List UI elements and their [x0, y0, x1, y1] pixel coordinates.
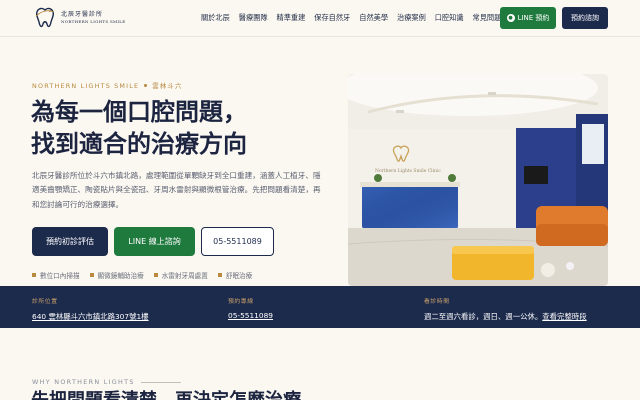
- bullet-square-icon: [32, 273, 36, 277]
- nav-natural-teeth[interactable]: 保存自然牙: [314, 13, 350, 23]
- eyebrow-dot: [144, 84, 148, 87]
- nav-team[interactable]: 醫療團隊: [239, 13, 268, 23]
- nav-cases[interactable]: 治療案例: [397, 13, 426, 23]
- line-consult-button[interactable]: LINE 線上諮詢: [114, 227, 195, 256]
- logo-name-zh: 北辰牙醫診所: [61, 11, 104, 18]
- line-booking-button[interactable]: ● LINE 預約: [500, 7, 556, 29]
- bullet-square-icon: [89, 273, 94, 277]
- feature-item: 水雷射牙周處置: [153, 270, 208, 280]
- eyebrow-brand: NORTHERN LIGHTS SMILE: [32, 81, 140, 90]
- main-nav: 關於北辰 醫療團隊 精準重建 保存自然牙 自然美學 治療案例 口腔知識 常見問題: [201, 13, 501, 23]
- location-label: 診所位置: [32, 299, 58, 305]
- book-first-visit-button[interactable]: 預約初診評估: [32, 227, 108, 256]
- consult-booking-button[interactable]: 預約諮詢: [562, 7, 608, 29]
- feature-list: 數位口內掃描 顯微鏡輔助治療 水雷射牙周處置 舒眠治療: [32, 270, 252, 280]
- tooth-logo-icon: [35, 7, 55, 28]
- nav-faq[interactable]: 常見問題: [473, 13, 502, 23]
- info-hours: 看診時間 週二至週六看診，週日、週一公休。查看完整時段: [424, 296, 587, 322]
- why-title: 先把問題看清楚，再決定怎麼治療: [31, 386, 301, 400]
- hero-eyebrow: NORTHERN LIGHTS SMILE 雲林斗六: [32, 81, 183, 91]
- hero-title-line-1: 為每一個口腔問題，: [31, 97, 247, 126]
- phone-label: 預約專線: [228, 299, 254, 305]
- info-location: 診所位置 640 雲林縣斗六市鎮北路307號1樓: [32, 296, 149, 322]
- location-link[interactable]: 640 雲林縣斗六市鎮北路307號1樓: [32, 312, 149, 321]
- hero-title: 為每一個口腔問題， 找到適合的治療方向: [31, 96, 247, 160]
- feature-item: 舒眠治療: [217, 270, 253, 280]
- phone-call-button[interactable]: 05-5511089: [201, 227, 274, 256]
- bullet-square-icon: [217, 273, 222, 277]
- why-label-text: WHY NORTHERN LIGHTS: [32, 378, 135, 386]
- feature-label: 水雷射牙周處置: [161, 272, 208, 280]
- nav-knowledge[interactable]: 口腔知識: [435, 13, 464, 23]
- chat-bubble-icon: ●: [506, 14, 515, 22]
- hero-description: 北辰牙醫診所位於斗六市鎮北路，處理範圍從單顆缺牙到全口重建，涵蓋人工植牙、隱適美…: [32, 171, 321, 209]
- clinic-info-bar: 診所位置 640 雲林縣斗六市鎮北路307號1樓 預約專線 05-5511089…: [0, 286, 640, 328]
- nav-about[interactable]: 關於北辰: [201, 13, 230, 23]
- hours-label: 看診時間: [424, 299, 450, 305]
- nav-aesthetics[interactable]: 自然美學: [359, 13, 388, 23]
- feature-label: 舒眠治療: [225, 272, 253, 280]
- feature-label: 數位口內掃描: [40, 272, 80, 280]
- reception-sign: Northern Lights Smile Clinic: [375, 168, 441, 174]
- clinic-lobby-photo: Northern Lights Smile Clinic: [348, 74, 608, 286]
- phone-link[interactable]: 05-5511089: [228, 311, 273, 320]
- nav-reconstruction[interactable]: 精準重建: [277, 13, 306, 23]
- logo-name-en: NORTHERN LIGHTS SMILE: [61, 19, 126, 24]
- feature-label: 顯微鏡輔助治療: [97, 272, 144, 280]
- line-booking-label: LINE 預約: [517, 14, 550, 22]
- eyebrow-location: 雲林斗六: [152, 82, 183, 90]
- feature-item: 數位口內掃描: [32, 270, 80, 280]
- hours-text: 週二至週六看診，週日、週一公休。: [424, 312, 543, 321]
- feature-item: 顯微鏡輔助治療: [89, 270, 144, 280]
- bullet-square-icon: [153, 273, 158, 277]
- hero-title-line-2: 找到適合的治療方向: [31, 129, 247, 158]
- clinic-logo[interactable]: 北辰牙醫診所 NORTHERN LIGHTS SMILE: [32, 6, 125, 30]
- site-header: 北辰牙醫診所 NORTHERN LIGHTS SMILE 關於北辰 醫療團隊 精…: [0, 0, 640, 37]
- info-phone: 預約專線 05-5511089: [228, 296, 273, 320]
- hours-link[interactable]: 查看完整時段: [542, 312, 586, 321]
- why-eyebrow: WHY NORTHERN LIGHTS: [32, 378, 181, 386]
- divider-line: [140, 381, 181, 383]
